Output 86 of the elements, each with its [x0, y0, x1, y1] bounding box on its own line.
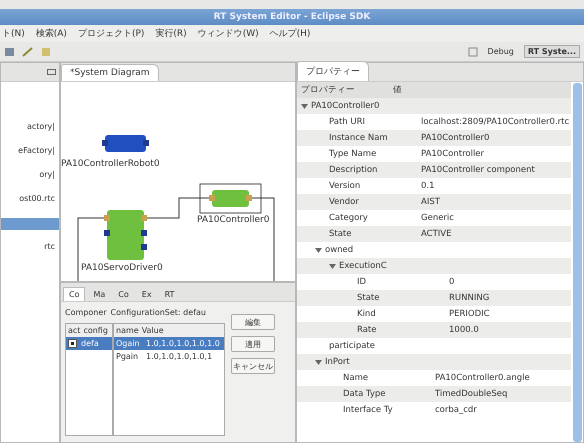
expand-arrow-icon[interactable]: [315, 358, 322, 366]
view-tab[interactable]: RT: [160, 288, 180, 301]
toolbar-icon[interactable]: [4, 46, 16, 58]
window-title: RT System Editor - Eclipse SDK: [214, 12, 370, 22]
property-value: TimedDoubleSeq: [435, 389, 508, 399]
property-name: ID: [357, 277, 366, 287]
property-name: Name: [343, 373, 368, 383]
property-value: AIST: [421, 197, 440, 207]
expand-arrow-icon[interactable]: [329, 262, 336, 270]
menu-item[interactable]: ウィンドウ(W): [198, 27, 259, 40]
action-button[interactable]: キャンセル: [231, 358, 275, 374]
properties-tab[interactable]: プロパティー: [297, 61, 369, 81]
property-name: State: [329, 229, 352, 239]
view-tab[interactable]: Co: [63, 287, 86, 301]
expand-arrow-icon[interactable]: [315, 246, 322, 254]
selection-box[interactable]: [200, 184, 262, 214]
property-value: 1000.0: [449, 325, 479, 335]
property-value: PERIODIC: [449, 309, 490, 319]
scrollbar[interactable]: [573, 83, 582, 442]
property-value: PA10Controller0.angle: [435, 373, 530, 383]
property-name: Version: [329, 181, 360, 191]
view-tab[interactable]: Ex: [136, 288, 157, 301]
component-block[interactable]: [104, 210, 147, 260]
property-value: PA10Controller0: [421, 133, 490, 143]
action-button[interactable]: 適用: [231, 336, 275, 352]
table-row[interactable]: defa: [66, 337, 112, 350]
property-name: Path URI: [329, 117, 366, 127]
property-name: ExecutionC: [339, 261, 387, 271]
property-name: Vendor: [329, 197, 359, 207]
expand-arrow-icon[interactable]: [301, 102, 308, 110]
property-name: State: [357, 293, 380, 303]
component-label: PA10ControllerRobot0: [61, 159, 160, 169]
property-value: localhost:2809/PA10Controller0.rtc: [421, 117, 570, 127]
property-name: Interface Ty: [343, 405, 393, 415]
component-block[interactable]: [102, 135, 149, 152]
property-value: RUNNING: [449, 293, 490, 303]
menu-item[interactable]: プロジェクト(P): [78, 27, 144, 40]
perspective-button[interactable]: RT Syste...: [524, 45, 580, 58]
view-tab[interactable]: Ma: [88, 288, 110, 301]
column-header: 値: [393, 84, 402, 96]
property-name: Description: [329, 165, 378, 175]
column-header: プロパティー: [300, 84, 356, 96]
open-perspective-icon[interactable]: [468, 46, 478, 56]
component-label: PA10Controller0: [197, 215, 270, 225]
property-name: Rate: [357, 325, 376, 335]
tree-item[interactable]: ost00.rtc: [1, 194, 59, 206]
menu-item[interactable]: 実行(R): [155, 27, 187, 40]
column-header[interactable]: act: [68, 326, 80, 335]
column-header[interactable]: config: [83, 326, 108, 335]
table-row[interactable]: Pgain 1.0,1.0,1.0,1.0,1: [114, 350, 224, 363]
tree-item[interactable]: eFactory|: [1, 146, 59, 158]
configuration-set-label: ConfigurationSet: defau: [110, 308, 206, 317]
tree-item[interactable]: actory|: [1, 122, 59, 134]
perspective-button[interactable]: Debug: [484, 45, 518, 58]
property-name: Kind: [357, 309, 376, 319]
property-value: PA10Controller component: [421, 165, 535, 175]
property-name: Category: [329, 213, 368, 223]
column-header[interactable]: Value: [142, 326, 164, 335]
menu-item[interactable]: 検索(A): [36, 27, 67, 40]
minimize-icon[interactable]: [47, 69, 56, 75]
property-name: Instance Nam: [329, 133, 388, 143]
component-label: PA10ServoDriver0: [81, 263, 163, 273]
radio-button[interactable]: [68, 339, 77, 348]
diagram-tab[interactable]: *System Diagram: [61, 64, 159, 81]
property-value: Generic: [421, 213, 454, 223]
property-value: 0: [449, 277, 454, 287]
property-value: PA10Controller: [421, 149, 484, 159]
view-tab[interactable]: Co: [113, 288, 134, 301]
menu-item[interactable]: ヘルプ(H): [270, 27, 310, 40]
property-name: InPort: [325, 357, 350, 367]
property-name: owned: [325, 245, 354, 255]
component-label: Componer: [65, 308, 107, 317]
toolbar-icon[interactable]: [22, 46, 34, 58]
action-button[interactable]: 編集: [231, 314, 275, 330]
property-name: participate: [329, 341, 375, 351]
tree-item[interactable]: ory|: [1, 170, 59, 182]
table-row[interactable]: Ogain 1.0,1.0,1.0,1.0,1.0: [114, 337, 224, 350]
property-name: Type Name: [329, 149, 376, 159]
property-value: corba_cdr: [435, 405, 477, 415]
property-value: ACTIVE: [421, 229, 452, 239]
property-name: PA10Controller0: [311, 101, 380, 111]
property-value: 0.1: [421, 181, 435, 191]
property-name: Data Type: [343, 389, 386, 399]
column-header[interactable]: name: [116, 326, 139, 335]
tree-item[interactable]: rtc: [1, 242, 59, 254]
menu-item[interactable]: ト(N): [2, 27, 25, 40]
